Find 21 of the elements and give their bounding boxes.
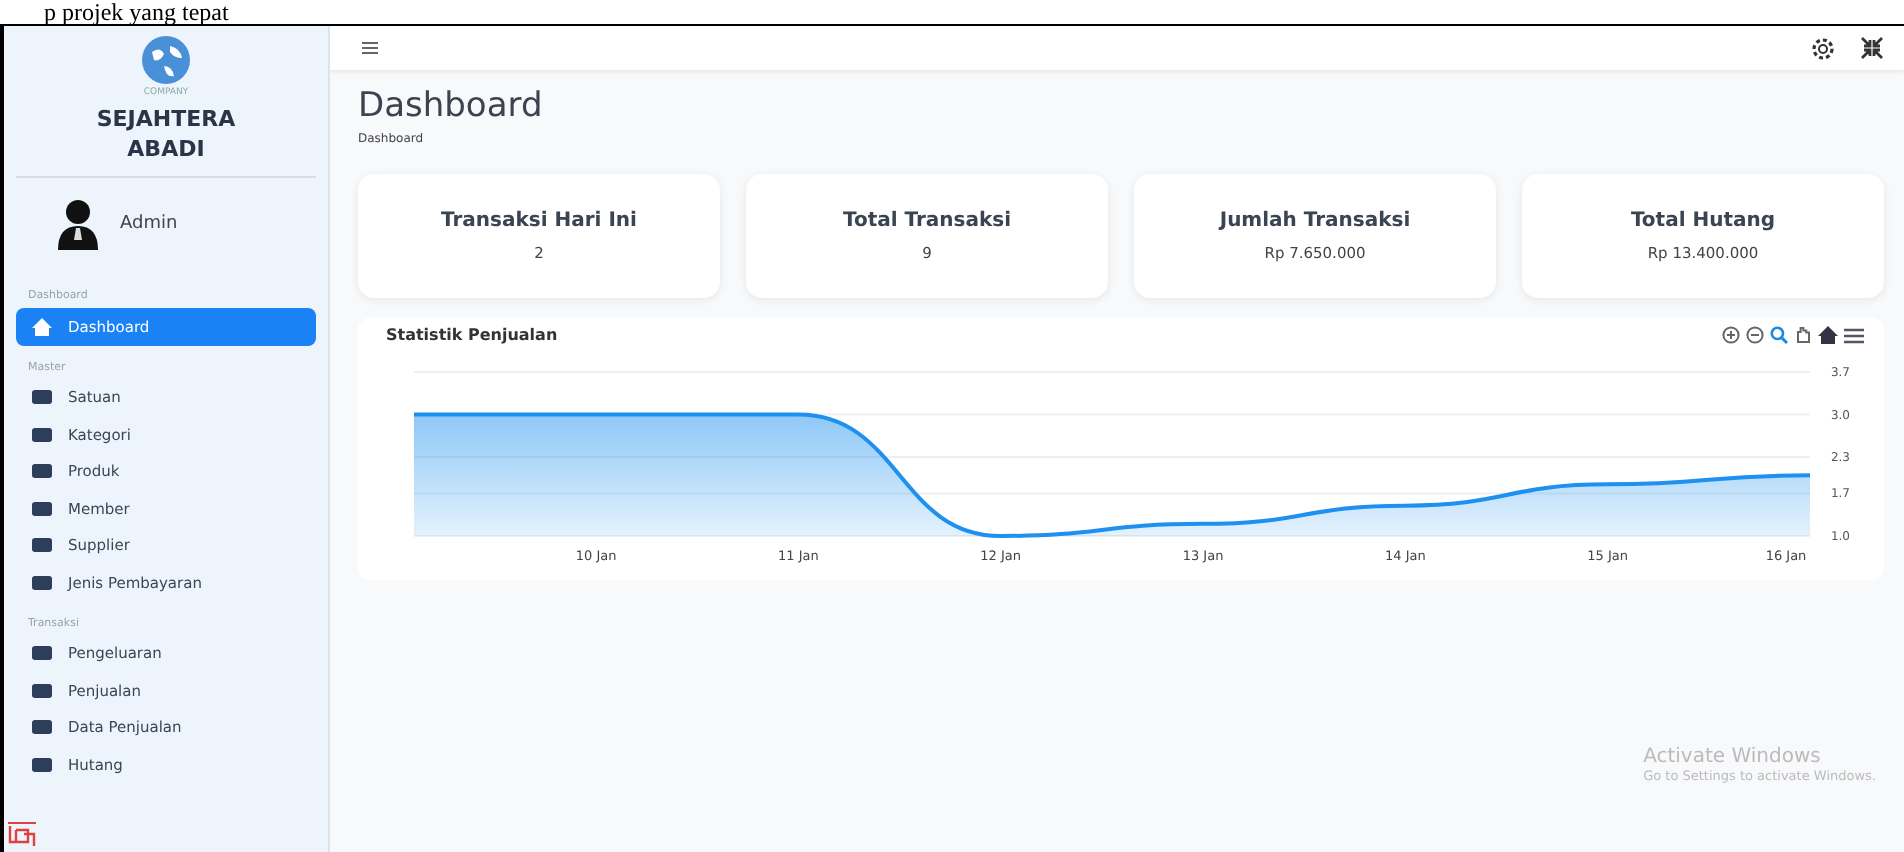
chart-title: Statistik Penjualan xyxy=(386,326,558,344)
home-icon[interactable] xyxy=(1818,326,1838,344)
zoom-in-icon[interactable] xyxy=(1722,326,1740,344)
zoom-out-icon[interactable] xyxy=(1746,326,1764,344)
page-title: Dashboard xyxy=(358,86,545,126)
home-icon xyxy=(32,317,52,336)
activation-title: Activate Windows xyxy=(1643,746,1823,768)
stat-label: Transaksi Hari Ini xyxy=(441,210,637,232)
user-name: Admin xyxy=(120,214,178,234)
debug-bar-icon[interactable] xyxy=(8,822,36,848)
stat-label: Jumlah Transaksi xyxy=(1219,210,1411,232)
settings-icon[interactable] xyxy=(1810,35,1836,61)
menu-icon[interactable] xyxy=(362,42,378,54)
stat-label: Total Hutang xyxy=(1630,210,1776,232)
user-avatar-icon xyxy=(56,198,100,250)
company-name: SEJAHTERA ABADI xyxy=(94,104,238,164)
menu-icon[interactable] xyxy=(1844,327,1864,343)
search-icon[interactable] xyxy=(1770,326,1788,344)
globe-logo-icon xyxy=(140,34,192,86)
collapse-icon[interactable] xyxy=(1860,36,1884,60)
stat-label: Total Transaksi xyxy=(842,210,1012,232)
